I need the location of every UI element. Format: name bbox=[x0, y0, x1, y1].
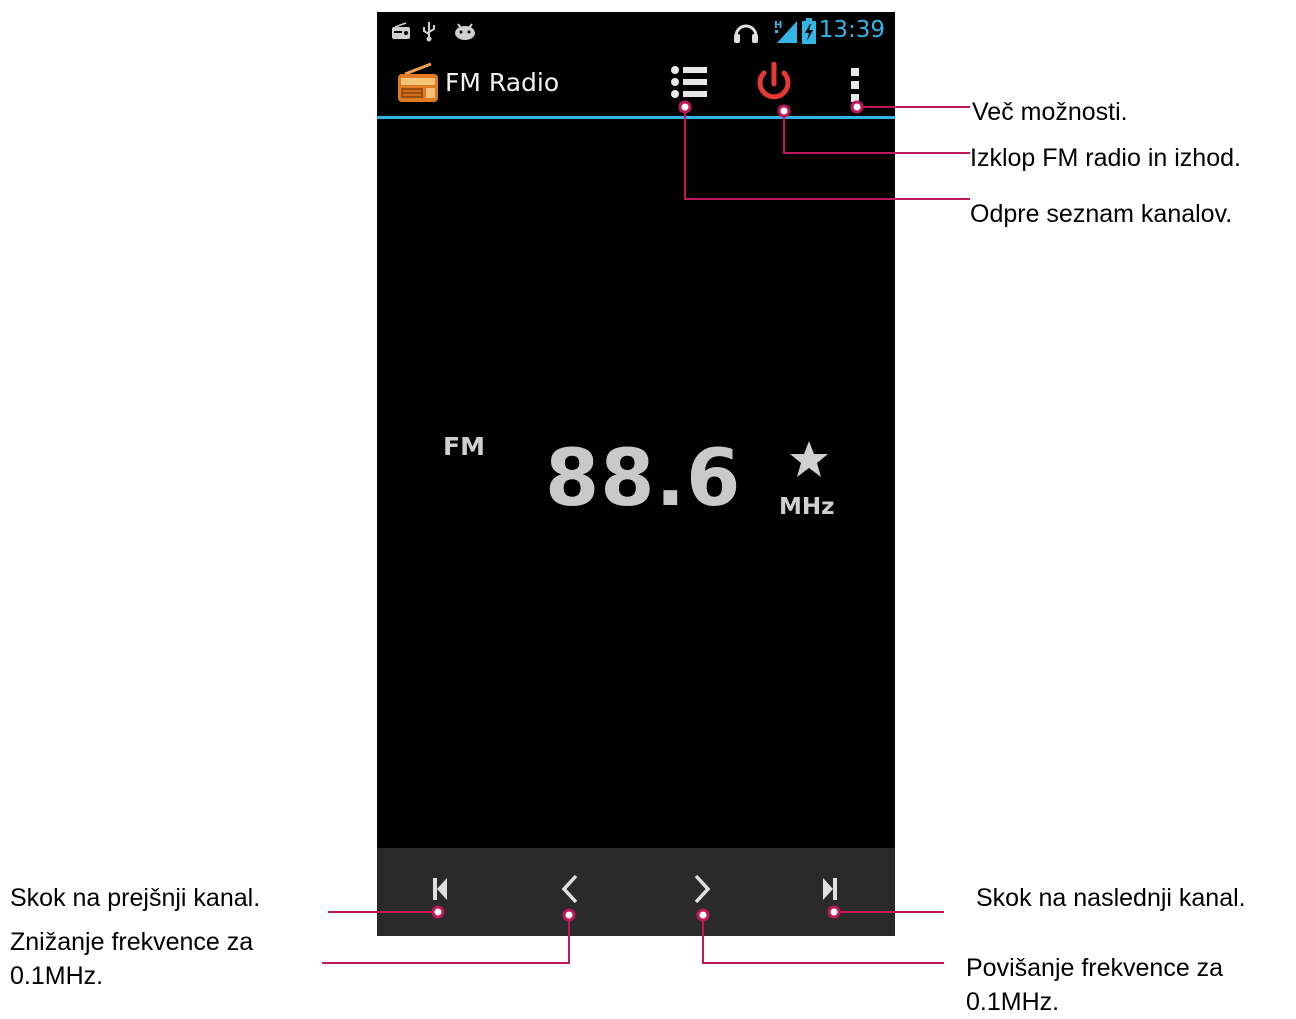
callout-dot-next-channel bbox=[827, 905, 841, 919]
callout-line-freq-up bbox=[702, 915, 944, 964]
callout-dot-channel-list bbox=[678, 100, 692, 114]
annotation-freq-down: Znižanje frekvence za 0.1MHz. bbox=[10, 928, 254, 990]
annotation-power-off: Izklop FM radio in izhod. bbox=[970, 144, 1241, 172]
annotation-prev-channel: Skok na prejšnji kanal. bbox=[10, 884, 261, 912]
callout-dot-power bbox=[777, 104, 791, 118]
annotation-freq-up: Povišanje frekvence za 0.1MHz. bbox=[966, 954, 1224, 1016]
callout-line-power bbox=[783, 111, 970, 154]
callout-dot-freq-up bbox=[696, 908, 710, 922]
callout-dot-prev-channel bbox=[431, 905, 445, 919]
callout-line-freq-down bbox=[322, 915, 570, 964]
annotation-channel-list: Odpre seznam kanalov. bbox=[970, 200, 1233, 228]
callout-dot-more-options bbox=[850, 100, 864, 114]
annotation-more-options: Več možnosti. bbox=[972, 98, 1128, 126]
callout-dot-freq-down bbox=[562, 908, 576, 922]
annotation-next-channel: Skok na naslednji kanal. bbox=[976, 884, 1246, 912]
